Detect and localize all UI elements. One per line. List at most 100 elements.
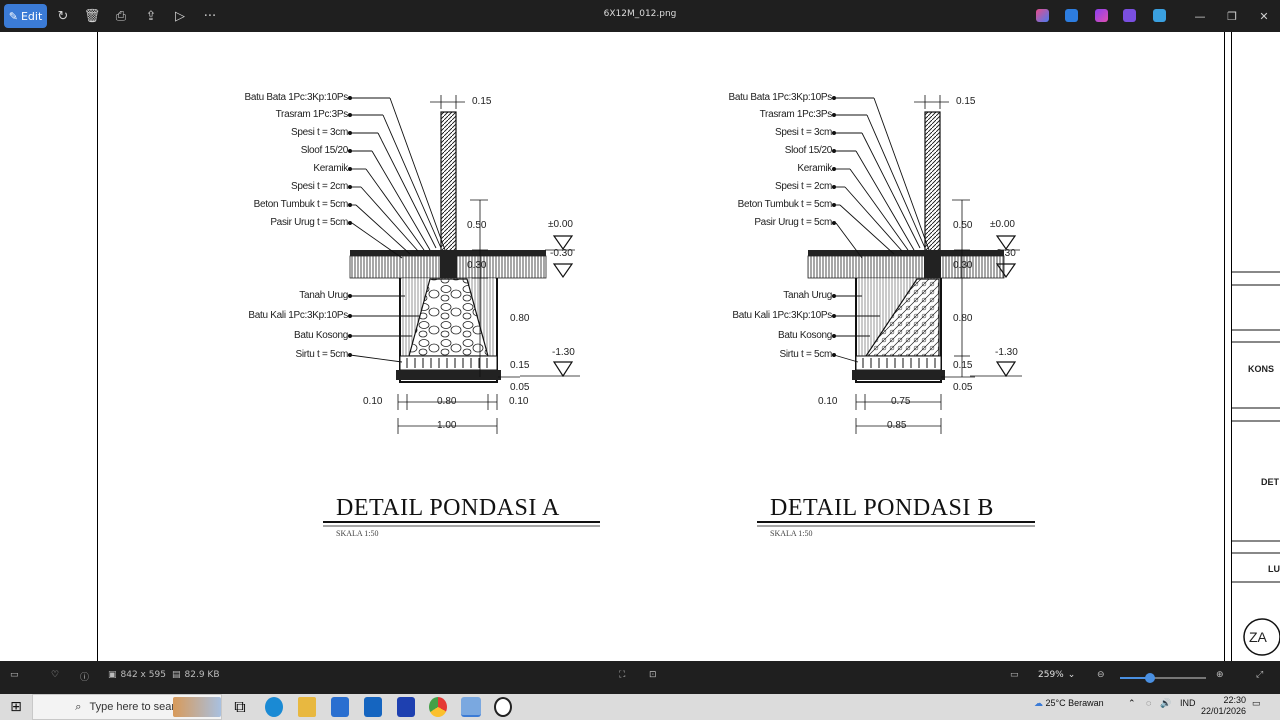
detail-a-level-0: ±0.00 [548, 219, 573, 230]
fit-to-window-button[interactable]: ⛶ [619, 670, 625, 680]
network-icon[interactable]: ◌ [1146, 698, 1151, 708]
taskbar: ⊞ ⌕ Type here to search ⧉ ☁ 25°C Berawan… [0, 694, 1280, 720]
actual-size-button[interactable]: ⊡ [649, 670, 657, 680]
detail-a-label-4: Sloof 15/20 [300, 145, 349, 156]
detail-b-label-7: Beton Tumbuk t = 5cm [737, 199, 833, 210]
filmstrip-button[interactable]: ▭ [10, 670, 19, 680]
search-highlight-image[interactable] [173, 697, 221, 717]
task-view-icon: ⧉ [234, 697, 246, 716]
zoom-in-button[interactable]: ⊕ [1216, 670, 1224, 680]
search-icon: ⌕ [75, 700, 82, 713]
heart-icon: ♡ [51, 670, 60, 680]
image-canvas[interactable]: Batu Bata 1Pc:3Kp:10Ps Trasram 1Pc:3Ps S… [0, 32, 1280, 661]
detail-a-dim-h3: 0.80 [510, 313, 530, 324]
edge-icon[interactable] [265, 697, 283, 717]
slideshow-icon: ▷ [175, 8, 185, 24]
detail-b-label-2: Trasram 1Pc:3Ps [759, 109, 833, 120]
volume-icon[interactable]: 🔊 [1160, 698, 1171, 709]
clock[interactable]: 22:30 22/01/2026 [1201, 695, 1246, 717]
zoom-out-icon: ⊖ [1097, 670, 1105, 680]
word-icon[interactable] [397, 697, 415, 717]
print-button[interactable]: ⎙ [111, 4, 131, 28]
detail-b-dim-wall: 0.15 [956, 96, 976, 107]
store-icon[interactable] [331, 697, 349, 717]
trash-icon: 🗑 [83, 8, 101, 24]
edit-button[interactable]: ✎ Edit [4, 4, 47, 28]
delete-button[interactable]: 🗑 [82, 4, 102, 28]
language-indicator[interactable]: IND [1180, 698, 1196, 708]
zoom-out-button[interactable]: ⊖ [1097, 670, 1105, 680]
detail-a-label-2: Trasram 1Pc:3Ps [275, 109, 349, 120]
slideshow-button[interactable]: ▷ [170, 4, 190, 28]
detail-b-label-5: Keramik [797, 163, 832, 174]
favorite-button[interactable]: ♡ [51, 670, 59, 680]
zoom-level: 259% [1038, 670, 1064, 680]
file-size-text: 82.9 KB [184, 670, 220, 680]
detail-a-dim-h1: 0.50 [467, 220, 487, 231]
weather-text: 25°C Berawan [1045, 698, 1104, 708]
chrome-icon[interactable] [429, 697, 447, 717]
detail-a-label-5: Keramik [313, 163, 348, 174]
photo-app-icon[interactable] [1123, 9, 1136, 22]
detail-a-dim-h4: 0.15 [510, 360, 530, 371]
detail-b-scale: SKALA 1:50 [770, 529, 813, 538]
detail-a-label-7: Beton Tumbuk t = 5cm [253, 199, 349, 210]
status-bar: ▭ ♡ ⓘ ▣ 842 x 595 ▤ 82.9 KB ⛶ ⊡ ▭ 259% ⌄… [0, 661, 1280, 694]
zoom-dropdown[interactable]: 259% ⌄ [1038, 670, 1075, 680]
share-button[interactable]: ⇪ [141, 4, 161, 28]
rotate-button[interactable]: ↻ [53, 4, 73, 28]
detail-a-dim-right: 0.10 [509, 396, 529, 407]
show-hidden-icons-button[interactable]: ⌃ [1128, 698, 1136, 709]
copilot-icon[interactable] [1036, 9, 1049, 22]
weather-widget[interactable]: ☁ 25°C Berawan [1034, 698, 1104, 709]
outlook-icon[interactable] [364, 697, 382, 717]
close-button[interactable]: ✕ [1248, 0, 1280, 32]
detail-a-dim-total: 1.00 [437, 420, 457, 431]
task-view-button[interactable]: ⧉ [232, 697, 248, 717]
file-size: ▤ 82.9 KB [172, 670, 220, 680]
detail-a-lower-label-1: Tanah Urug [299, 290, 348, 301]
fit-screen-button[interactable]: ▭ [1010, 670, 1019, 680]
clock-date: 22/01/2026 [1201, 706, 1247, 716]
maximize-button[interactable]: ❐ [1216, 0, 1248, 32]
zoom-slider[interactable] [1120, 673, 1206, 683]
windows-icon: ⊞ [10, 699, 22, 715]
file-explorer-icon[interactable] [298, 697, 316, 717]
detail-b-dim-mid: 0.75 [891, 396, 911, 407]
designer-icon[interactable] [1065, 9, 1078, 22]
detail-b-level-1: -0.30 [993, 248, 1016, 259]
detail-b-lower-label-1: Tanah Urug [783, 290, 832, 301]
start-button[interactable]: ⊞ [6, 697, 26, 717]
file-info-button[interactable]: ⓘ [80, 670, 89, 683]
share-icon: ⇪ [145, 8, 157, 24]
minimize-button[interactable]: — [1184, 0, 1216, 32]
title-block-text-3: LU [1268, 564, 1280, 574]
detail-b-lower-label-2: Batu Kali 1Pc:3Kp:10Ps [732, 310, 832, 321]
detail-b-label-4: Sloof 15/20 [784, 145, 833, 156]
dimensions-text: 842 x 595 [120, 670, 166, 680]
detail-b-lower-label-3: Batu Kosong [778, 330, 832, 341]
photos-app-icon[interactable] [461, 697, 481, 717]
zoom-in-icon: ⊕ [1216, 670, 1224, 680]
notifications-button[interactable]: ▭ [1252, 698, 1261, 709]
clipchamp-icon[interactable] [1095, 9, 1108, 22]
window-title: 6X12M_012.png [603, 9, 677, 19]
zoom-slider-thumb[interactable] [1145, 673, 1155, 683]
za-logo: ZA [1249, 629, 1267, 645]
detail-b-drawing [807, 95, 1022, 434]
filmstrip-icon: ▭ [10, 670, 19, 680]
more-button[interactable]: ··· [199, 4, 221, 28]
fullscreen-button[interactable]: ⤢ [1256, 670, 1263, 680]
detail-a-label-1: Batu Bata 1Pc:3Kp:10Ps [244, 92, 349, 103]
recorder-icon[interactable] [494, 697, 512, 717]
detail-a-level-2: -1.30 [552, 347, 575, 358]
detail-b-label-8: Pasir Urug t = 5cm [754, 217, 832, 228]
detail-a-lower-label-4: Sirtu t = 5cm [295, 349, 348, 360]
detail-a-scale: SKALA 1:50 [336, 529, 379, 538]
detail-b-dim-h5: 0.05 [953, 382, 973, 393]
detail-b-level-0: ±0.00 [990, 219, 1015, 230]
onedrive-icon[interactable] [1153, 9, 1166, 22]
chevron-up-icon: ⌃ [1128, 698, 1136, 708]
detail-b-dim-h4: 0.15 [953, 360, 973, 371]
detail-a-lower-label-2: Batu Kali 1Pc:3Kp:10Ps [248, 310, 348, 321]
